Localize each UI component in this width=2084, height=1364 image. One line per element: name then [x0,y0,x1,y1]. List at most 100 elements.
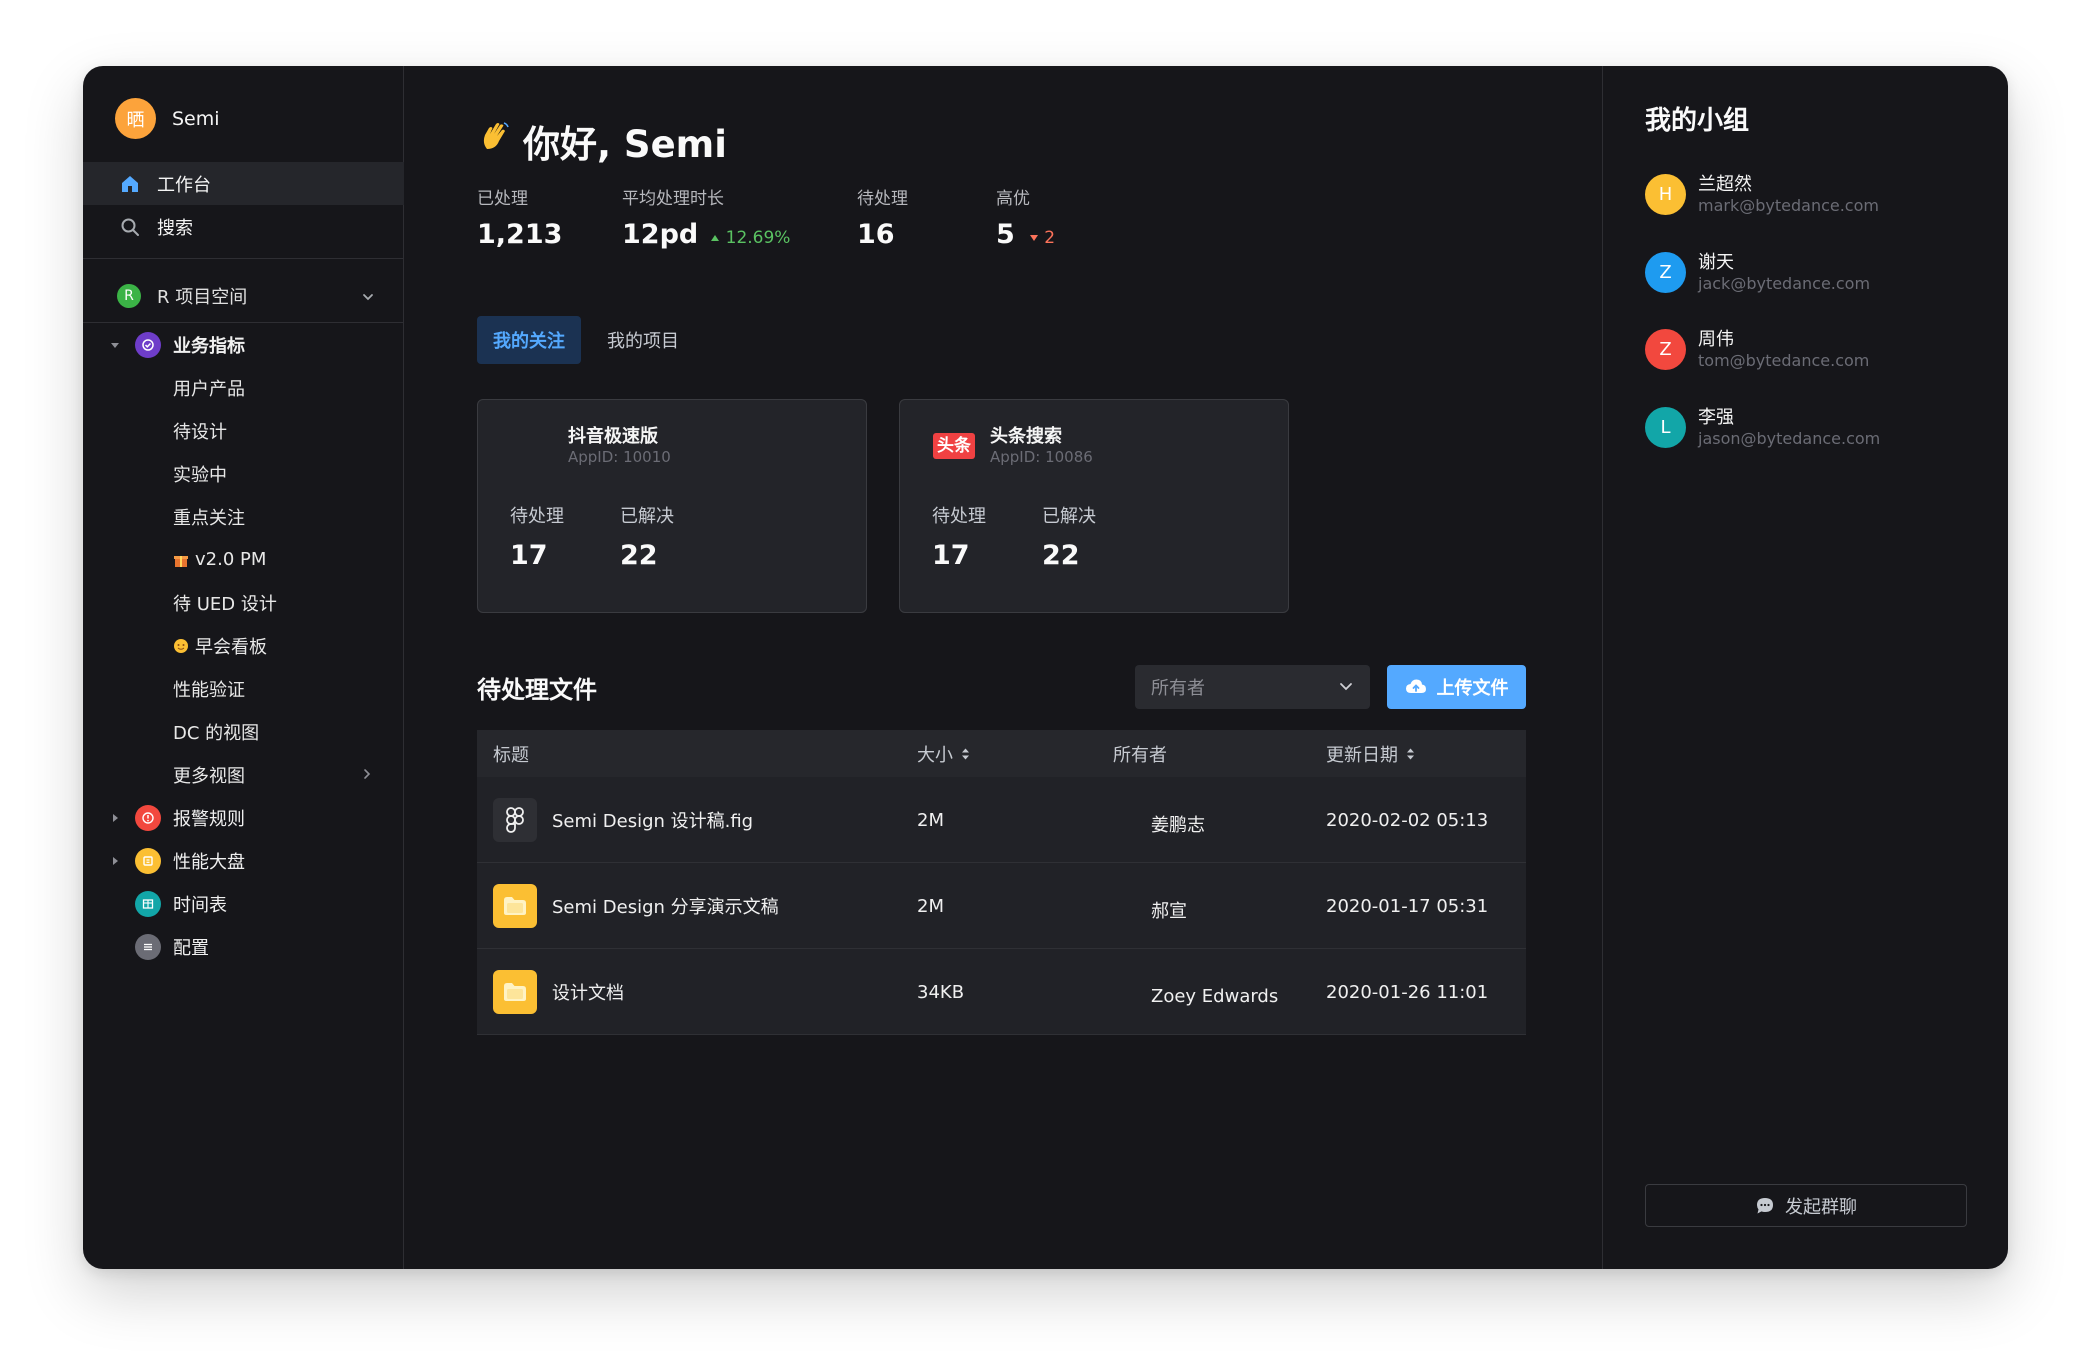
cell-title: Semi Design 设计稿.fig [552,811,754,832]
caret-right-icon[interactable] [109,855,121,867]
gift-icon [173,552,189,568]
tree-item-perf[interactable]: 性能大盘 [83,839,404,882]
tab-my-projects[interactable]: 我的项目 [591,316,695,364]
column-title: 标题 [493,744,529,766]
calendar-icon [135,890,161,917]
chat-label: 发起群聊 [1785,1196,1857,1218]
tree-subitem[interactable]: v2.0 PM [83,538,404,581]
owner-select[interactable]: 所有者 [1135,665,1370,709]
stat-number: 5 [996,219,1015,250]
caret-down-icon[interactable] [109,339,121,351]
tree-sublabel: 待 UED 设计 [173,593,277,615]
tree-subitem-more[interactable]: 更多视图 [83,753,404,796]
column-header-date[interactable]: 更新日期 [1326,741,1415,767]
cell-size: 2M [917,895,944,917]
files-table: 标题 大小 所有者 更新日期 Semi Design 设计稿.fig 2M 姜鹏… [477,730,1526,1035]
sort-icon[interactable] [961,747,970,761]
caret-right-icon[interactable] [109,812,121,824]
tree-item-config[interactable]: 配置 [83,925,404,968]
delta-down: 2 [1029,228,1055,248]
stat-processed: 已处理 1,213 [477,184,562,250]
team-panel: 我的小组 H 兰超然 mark@bytedance.com Z 谢天 jack@… [1602,66,2008,1269]
card-stat-pending: 待处理 17 [932,502,986,571]
tab-following[interactable]: 我的关注 [477,316,581,364]
table-row[interactable]: Semi Design 设计稿.fig 2M 姜鹏志 2020-02-02 05… [477,777,1526,863]
tree-subitem[interactable]: 早会看板 [83,624,404,667]
tree-sublabel: 性能验证 [173,679,245,701]
chevron-down-icon [1338,678,1354,699]
start-group-chat-button[interactable]: 发起群聊 [1645,1184,1967,1227]
tree-subitem[interactable]: DC 的视图 [83,710,404,753]
card-app-id: AppID: 10086 [990,448,1093,466]
tree-subitem[interactable]: 实验中 [83,452,404,495]
cell-date: 2020-02-02 05:13 [1326,809,1489,831]
nav-item-workbench[interactable]: 工作台 [83,162,404,205]
table-row[interactable]: Semi Design 分享演示文稿 2M 郝宣 2020-01-17 05:3… [477,863,1526,949]
column-title: 更新日期 [1326,744,1398,766]
card-name: 头条搜索 [990,426,1062,447]
stat-label: 高优 [996,189,1030,209]
chevron-down-icon [361,288,375,309]
member-item[interactable]: H 兰超然 mark@bytedance.com [1645,170,1985,220]
tree-label: 业务指标 [173,335,245,357]
member-email: mark@bytedance.com [1698,196,1879,215]
member-email: jason@bytedance.com [1698,429,1881,448]
tree-sublabel: 待设计 [173,421,227,443]
cell-owner: Zoey Edwards [1151,985,1279,1007]
delta-value: 2 [1044,228,1056,248]
home-icon [119,173,141,195]
stat-value: 12pd 12.69% [622,219,790,250]
member-item[interactable]: Z 谢天 jack@bytedance.com [1645,248,1985,298]
app-card-toutiao[interactable]: 头条 头条搜索 AppID: 10086 待处理 17 已解决 22 [899,399,1289,613]
cell-size: 34KB [917,981,965,1003]
tree-subitem[interactable]: 用户产品 [83,366,404,409]
sort-icon[interactable] [1406,747,1415,761]
tree-item-alerts[interactable]: 报警规则 [83,796,404,839]
cloud-upload-icon [1405,678,1427,696]
team-title: 我的小组 [1645,106,1750,136]
tree-item-metrics[interactable]: 业务指标 [83,323,404,366]
column-header-title: 标题 [493,741,529,767]
member-name: 李强 [1698,407,1734,428]
cell-date: 2020-01-17 05:31 [1326,895,1489,917]
stat-number: 16 [857,219,895,250]
tree-sublabel: DC 的视图 [173,722,260,744]
column-title: 大小 [917,744,953,766]
app-window: 晒 Semi 工作台 搜索 R R 项目空间 业务指标 用户产品 待设计 实验中… [83,66,2008,1269]
tree-label: 配置 [173,937,209,959]
card-stat-resolved: 已解决 22 [1042,502,1096,571]
upload-file-label: 上传文件 [1436,678,1509,699]
tree-sublabel: 早会看板 [195,636,267,658]
member-item[interactable]: Z 周伟 tom@bytedance.com [1645,325,1985,375]
app-card-douyin[interactable]: 抖音极速版 AppID: 10010 待处理 17 已解决 22 [477,399,867,613]
cell-title: Semi Design 分享演示文稿 [552,897,779,918]
cell-date: 2020-01-26 11:01 [1326,981,1489,1003]
column-header-size[interactable]: 大小 [917,741,970,767]
space-select[interactable]: R R 项目空间 [117,278,387,314]
card-stat-label: 已解决 [620,506,674,527]
table-header: 标题 大小 所有者 更新日期 [477,730,1526,777]
table-row[interactable]: 设计文档 34KB Zoey Edwards 2020-01-26 11:01 [477,949,1526,1035]
tree-subitem[interactable]: 待设计 [83,409,404,452]
column-title: 所有者 [1113,744,1167,766]
tree-subitem[interactable]: 性能验证 [83,667,404,710]
stat-value: 16 [857,219,908,250]
stat-label: 平均处理时长 [622,189,724,209]
tree-label: 性能大盘 [173,851,245,873]
upload-file-button[interactable]: 上传文件 [1387,665,1526,709]
member-item[interactable]: L 李强 jason@bytedance.com [1645,403,1985,453]
stat-avg-duration: 平均处理时长 12pd 12.69% [622,184,790,250]
stat-number: 1,213 [477,219,563,250]
tree-item-schedule[interactable]: 时间表 [83,882,404,925]
nav-item-search[interactable]: 搜索 [83,205,404,248]
stat-label: 待处理 [857,189,908,209]
cell-owner: 郝宣 [1151,901,1187,922]
brand[interactable]: 晒 Semi [115,98,220,139]
tree-subitem[interactable]: 重点关注 [83,495,404,538]
tree-sublabel: 实验中 [173,464,227,486]
member-email: tom@bytedance.com [1698,351,1870,370]
tree-sublabel-wrap: 早会看板 [173,633,267,659]
tree-sublabel-wrap: v2.0 PM [173,549,266,570]
tree-subitem[interactable]: 待 UED 设计 [83,581,404,624]
stat-pending: 待处理 16 [857,184,908,250]
